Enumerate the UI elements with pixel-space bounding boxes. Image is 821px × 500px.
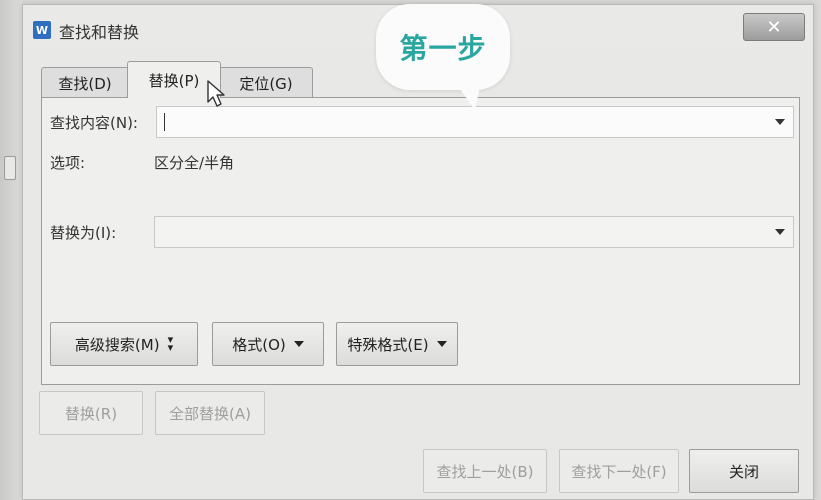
close-button[interactable]: 关闭 bbox=[689, 449, 799, 493]
find-previous-button[interactable]: 查找上一处(B) bbox=[423, 449, 547, 493]
chevron-down-icon bbox=[293, 341, 304, 347]
advanced-search-button[interactable]: 高级搜索(M) ▾ ▾ bbox=[50, 322, 198, 366]
tab-find[interactable]: 查找(D) bbox=[41, 67, 129, 98]
close-icon[interactable]: ✕ bbox=[743, 13, 805, 41]
find-what-label: 查找内容(N): bbox=[50, 114, 138, 132]
replace-with-combobox[interactable] bbox=[154, 216, 794, 248]
find-next-button[interactable]: 查找下一处(F) bbox=[559, 449, 679, 493]
replace-tab-panel: 查找内容(N): 选项: 区分全/半角 替换为(I): 高级搜索(M) ▾ ▾ 格… bbox=[41, 97, 800, 385]
mouse-pointer-icon bbox=[207, 80, 225, 107]
find-what-combobox[interactable] bbox=[156, 106, 794, 138]
window-title: 查找和替换 bbox=[59, 23, 140, 42]
annotation-text: 第一步 bbox=[399, 32, 487, 65]
background-document-edge bbox=[0, 0, 22, 500]
double-chevron-down-icon: ▾ ▾ bbox=[167, 333, 174, 354]
replace-all-button[interactable]: 全部替换(A) bbox=[155, 391, 265, 435]
format-label: 格式(O) bbox=[232, 335, 286, 354]
annotation-bubble-tail bbox=[455, 82, 481, 110]
options-label: 选项: bbox=[50, 154, 86, 172]
text-caret bbox=[164, 113, 165, 131]
replace-button[interactable]: 替换(R) bbox=[39, 391, 143, 435]
ruler-marker-icon bbox=[4, 156, 16, 180]
advanced-search-label: 高级搜索(M) bbox=[74, 335, 160, 354]
options-value: 区分全/半角 bbox=[154, 154, 235, 172]
annotation-bubble: 第一步 bbox=[376, 4, 510, 90]
replace-with-label: 替换为(I): bbox=[50, 224, 117, 242]
chevron-down-icon[interactable] bbox=[775, 229, 785, 235]
chevron-down-icon bbox=[436, 341, 447, 347]
special-format-button[interactable]: 特殊格式(E) bbox=[336, 322, 458, 366]
tab-goto[interactable]: 定位(G) bbox=[219, 67, 313, 98]
wps-writer-icon: W bbox=[33, 21, 51, 39]
chevron-down-icon[interactable] bbox=[775, 119, 785, 125]
special-format-label: 特殊格式(E) bbox=[347, 335, 429, 354]
format-button[interactable]: 格式(O) bbox=[212, 322, 324, 366]
